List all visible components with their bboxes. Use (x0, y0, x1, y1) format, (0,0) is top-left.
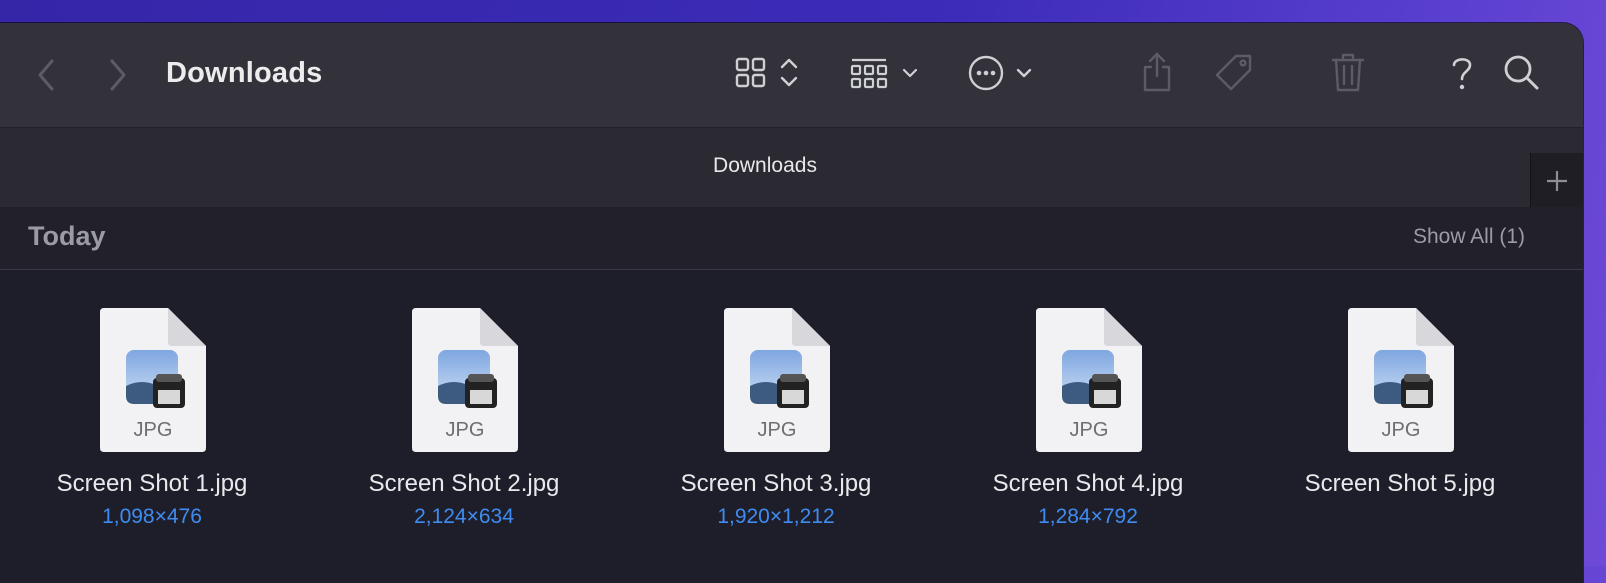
share-icon (1143, 52, 1171, 92)
view-mode-button[interactable] (734, 53, 804, 93)
jpg-file-icon: JPG (100, 308, 206, 452)
new-tab-button[interactable] (1530, 153, 1583, 208)
file-type-label: JPG (758, 419, 797, 441)
file-type-label: JPG (1070, 419, 1109, 441)
chevron-right-icon (110, 59, 126, 91)
file-grid: JPG Screen Shot 1.jpg 1,098×476 JPG Scre… (0, 270, 1583, 583)
plus-icon (1547, 170, 1567, 191)
section-title: Today (28, 221, 106, 251)
file-dimensions: 1,920×1,212 (717, 505, 835, 528)
file-dimensions: 1,098×476 (102, 505, 202, 528)
search-icon (1504, 55, 1539, 90)
group-by-icon (850, 58, 918, 89)
file-name: Screen Shot 3.jpg (680, 470, 872, 497)
trash-icon (1331, 53, 1365, 92)
jpg-file-icon: JPG (1348, 308, 1454, 452)
file-name: Screen Shot 2.jpg (368, 470, 560, 497)
group-by-button[interactable] (850, 53, 930, 93)
file-type-label: JPG (1382, 419, 1421, 441)
finder-window: Downloads Downloads Today Show All (1) J… (0, 23, 1583, 583)
file-dimensions: 2,124×634 (414, 505, 514, 528)
show-all-link[interactable]: Show All (1) (1413, 225, 1525, 249)
chevron-left-icon (38, 59, 54, 91)
file-dimensions: 1,284×792 (1038, 505, 1138, 528)
action-menu-button[interactable] (968, 53, 1048, 93)
section-header: Today Show All (1) (0, 207, 1583, 270)
question-mark-icon (1452, 58, 1472, 90)
tab-downloads[interactable]: Downloads (0, 154, 1530, 178)
back-button[interactable] (32, 55, 60, 95)
tab-bar: Downloads (0, 127, 1583, 208)
share-button[interactable] (1140, 51, 1174, 93)
forward-button[interactable] (104, 55, 132, 95)
tag-icon (1215, 54, 1252, 91)
tag-button[interactable] (1214, 53, 1256, 93)
jpg-file-icon: JPG (1036, 308, 1142, 452)
ellipsis-circle-icon (968, 55, 1032, 91)
file-type-label: JPG (446, 419, 485, 441)
jpg-file-icon: JPG (412, 308, 518, 452)
file-name: Screen Shot 5.jpg (1304, 470, 1496, 497)
window-title: Downloads (166, 57, 323, 89)
help-button[interactable] (1448, 53, 1476, 93)
jpg-file-icon: JPG (724, 308, 830, 452)
file-name: Screen Shot 1.jpg (56, 470, 248, 497)
file-type-label: JPG (134, 419, 173, 441)
toolbar: Downloads (0, 23, 1583, 127)
search-button[interactable] (1502, 53, 1542, 93)
file-name: Screen Shot 4.jpg (992, 470, 1184, 497)
trash-button[interactable] (1330, 51, 1366, 93)
icon-grid-view-icon (735, 57, 798, 88)
